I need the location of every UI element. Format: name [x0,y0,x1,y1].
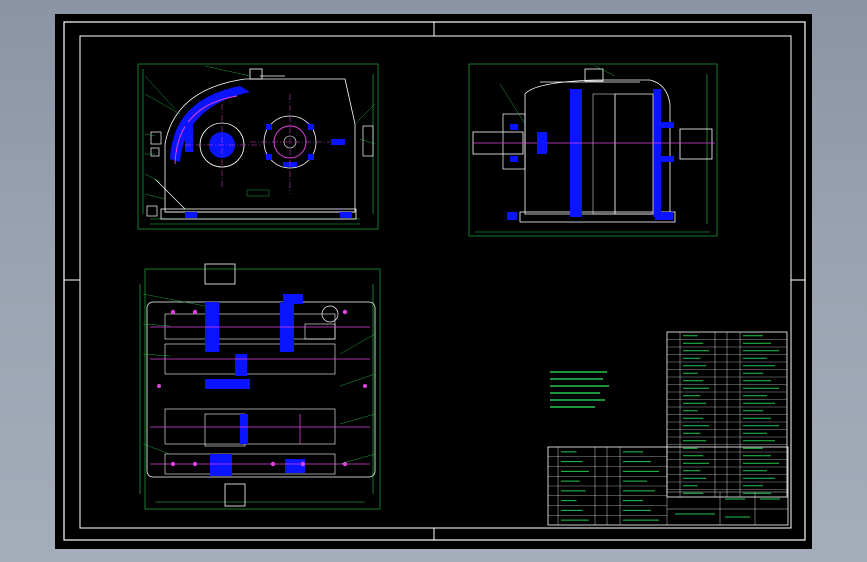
cad-viewport[interactable] [55,14,812,549]
notes-block [550,371,609,408]
cad-drawing [63,21,806,541]
side-view [468,63,718,237]
front-view [137,63,379,230]
parts-list [666,331,788,498]
sheet-frame [63,21,806,541]
plan-view [139,263,381,510]
